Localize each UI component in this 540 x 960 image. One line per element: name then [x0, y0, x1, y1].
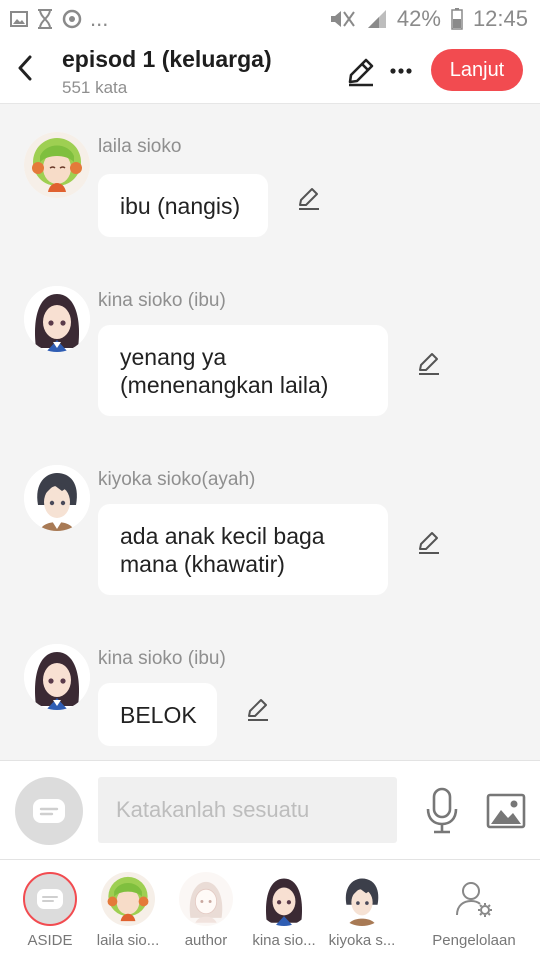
- green-hair-girl-avatar: [24, 132, 90, 198]
- dark-hair-woman-avatar: [257, 872, 311, 926]
- chat-area[interactable]: laila sioko ibu (nangis) kina sioko (ibu…: [0, 104, 540, 760]
- character-tab-bar: ASIDE laila sio... author kina sio... ki…: [0, 860, 540, 960]
- tab-avatar: [179, 872, 233, 926]
- management-icon-wrap: [447, 872, 501, 926]
- edit-message-icon[interactable]: [416, 350, 442, 376]
- tab-label: kiyoka s...: [328, 932, 396, 949]
- chat-bubble-icon: [33, 799, 65, 823]
- message-bubble[interactable]: yenang ya (menenangkan laila): [98, 325, 388, 416]
- tab-kiyoka[interactable]: kiyoka s...: [322, 870, 402, 956]
- clock: 12:45: [472, 6, 528, 31]
- image-notification-icon: [10, 11, 28, 27]
- voice-button[interactable]: [422, 787, 462, 835]
- avatar-kiyoka[interactable]: [24, 465, 90, 531]
- image-icon: [486, 793, 526, 829]
- tab-avatar: [101, 872, 155, 926]
- edit-message-icon[interactable]: [245, 696, 271, 722]
- message-input[interactable]: [98, 777, 397, 843]
- header: episod 1 (keluarga) 551 kata Lanjut: [0, 38, 540, 104]
- sender-name: kina sioko (ibu): [98, 290, 226, 311]
- message-bubble[interactable]: ibu (nangis): [98, 174, 268, 237]
- aside-toggle-button[interactable]: [15, 777, 83, 845]
- tab-kina[interactable]: kina sio...: [244, 870, 324, 956]
- chat-bubble-icon: [37, 889, 63, 909]
- dark-hair-woman-avatar: [24, 286, 90, 352]
- tab-label: Pengelolaan: [432, 932, 516, 949]
- dark-hair-woman-avatar: [24, 644, 90, 710]
- page-title: episod 1 (keluarga): [62, 46, 272, 72]
- signal-icon: [367, 10, 386, 28]
- next-button[interactable]: Lanjut: [431, 49, 523, 91]
- author-sketch-avatar: [179, 872, 233, 926]
- more-options-button[interactable]: [386, 54, 416, 88]
- avatar-laila[interactable]: [24, 132, 90, 198]
- green-hair-girl-avatar: [101, 872, 155, 926]
- microphone-icon: [426, 787, 458, 834]
- sender-name: kiyoka sioko(ayah): [98, 469, 256, 490]
- avatar-kina[interactable]: [24, 644, 90, 710]
- battery-icon: [451, 8, 463, 30]
- edit-message-icon[interactable]: [296, 185, 322, 211]
- avatar-kina[interactable]: [24, 286, 90, 352]
- message-bubble[interactable]: BELOK: [98, 683, 217, 746]
- hourglass-icon: [38, 9, 52, 29]
- composer: [0, 760, 540, 860]
- message-bubble[interactable]: ada anak kecil baga mana (khawatir): [98, 504, 388, 595]
- dark-hair-man-avatar: [335, 872, 389, 926]
- edit-title-button[interactable]: [344, 54, 378, 88]
- tab-aside[interactable]: ASIDE: [10, 870, 90, 956]
- chrome-icon: [62, 9, 82, 29]
- more-dots-icon: [390, 68, 412, 74]
- mute-icon: [330, 11, 355, 27]
- sender-name: kina sioko (ibu): [98, 648, 226, 669]
- back-arrow-icon: [18, 55, 32, 81]
- pencil-icon: [348, 58, 374, 87]
- tab-avatar: [335, 872, 389, 926]
- image-button[interactable]: [486, 791, 526, 831]
- edit-message-icon[interactable]: [416, 529, 442, 555]
- word-count: 551 kata: [62, 78, 128, 97]
- sender-name: laila sioko: [98, 136, 182, 157]
- status-more: ...: [90, 6, 109, 31]
- tab-laila[interactable]: laila sio...: [88, 870, 168, 956]
- status-bar: ... 42% 12:45: [0, 0, 540, 38]
- dark-hair-man-avatar: [24, 465, 90, 531]
- tab-management[interactable]: Pengelolaan: [432, 870, 516, 956]
- user-settings-icon: [456, 882, 492, 917]
- back-button[interactable]: [10, 50, 40, 86]
- tab-author[interactable]: author: [166, 870, 246, 956]
- tab-avatar: [257, 872, 311, 926]
- aside-tab-icon-wrap: [23, 872, 77, 926]
- battery-percent: 42%: [396, 6, 441, 31]
